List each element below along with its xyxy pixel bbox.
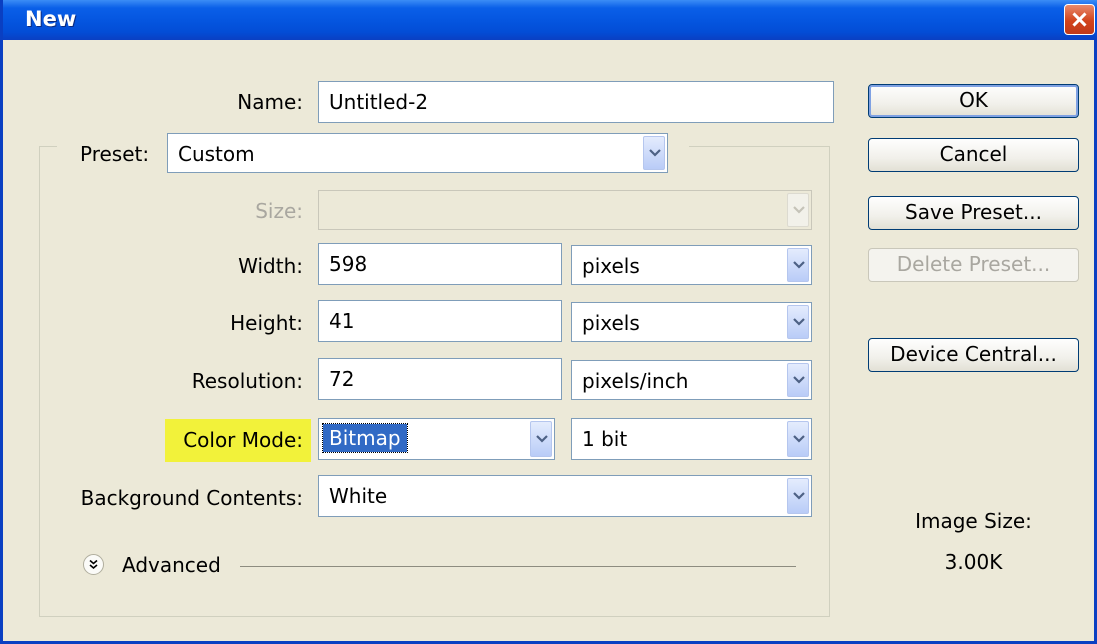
double-chevron-down-icon[interactable] xyxy=(83,554,104,575)
resolution-label: Resolution: xyxy=(191,369,303,393)
chevron-down-icon[interactable] xyxy=(643,136,665,170)
preset-label: Preset: xyxy=(80,142,150,166)
image-size-value: 3.00K xyxy=(944,550,1003,574)
preset-value: Custom xyxy=(178,142,255,166)
chevron-down-icon[interactable] xyxy=(787,478,809,514)
width-unit-select[interactable]: pixels xyxy=(571,245,812,285)
resolution-input[interactable]: 72 xyxy=(318,358,562,400)
chevron-down-icon[interactable] xyxy=(787,248,809,282)
background-contents-label: Background Contents: xyxy=(80,486,303,510)
close-icon[interactable] xyxy=(1064,4,1095,35)
groupbox-top-border xyxy=(689,146,830,147)
new-document-dialog: New Name: Untitled-2 Preset: Custom Size… xyxy=(0,0,1097,644)
height-label: Height: xyxy=(230,311,303,335)
chevron-down-icon xyxy=(787,193,809,227)
bit-depth-value: 1 bit xyxy=(582,427,628,451)
save-preset-button[interactable]: Save Preset... xyxy=(868,196,1079,230)
device-central-button[interactable]: Device Central... xyxy=(868,338,1079,372)
image-size-label: Image Size: xyxy=(915,509,1032,533)
color-mode-select[interactable]: Bitmap xyxy=(318,418,555,460)
height-input[interactable]: 41 xyxy=(318,300,562,342)
chevron-down-icon[interactable] xyxy=(787,305,809,339)
width-label: Width: xyxy=(238,254,303,278)
background-contents-value: White xyxy=(329,484,388,508)
chevron-down-icon[interactable] xyxy=(787,421,809,457)
resolution-unit-select[interactable]: pixels/inch xyxy=(571,360,812,400)
ok-button[interactable]: OK xyxy=(868,84,1079,118)
preset-select[interactable]: Custom xyxy=(167,133,668,173)
title-bar[interactable]: New xyxy=(3,0,1097,40)
width-unit-value: pixels xyxy=(582,254,640,278)
size-select xyxy=(318,190,812,230)
size-label: Size: xyxy=(255,199,303,223)
chevron-down-icon[interactable] xyxy=(530,421,552,457)
chevron-down-icon[interactable] xyxy=(787,363,809,397)
height-unit-select[interactable]: pixels xyxy=(571,302,812,342)
resolution-unit-value: pixels/inch xyxy=(582,369,689,393)
bit-depth-select[interactable]: 1 bit xyxy=(571,418,812,460)
cancel-button[interactable]: Cancel xyxy=(868,138,1079,172)
advanced-divider xyxy=(240,566,796,567)
dialog-title: New xyxy=(25,7,77,31)
height-unit-value: pixels xyxy=(582,311,640,335)
groupbox-top-border xyxy=(39,146,57,147)
color-mode-label: Color Mode: xyxy=(183,428,303,452)
delete-preset-button: Delete Preset... xyxy=(868,248,1079,282)
width-input[interactable]: 598 xyxy=(318,243,562,285)
name-input[interactable]: Untitled-2 xyxy=(318,81,834,123)
background-contents-select[interactable]: White xyxy=(318,475,812,517)
name-label: Name: xyxy=(237,90,303,114)
advanced-toggle-label[interactable]: Advanced xyxy=(122,553,221,577)
color-mode-value: Bitmap xyxy=(322,423,408,453)
